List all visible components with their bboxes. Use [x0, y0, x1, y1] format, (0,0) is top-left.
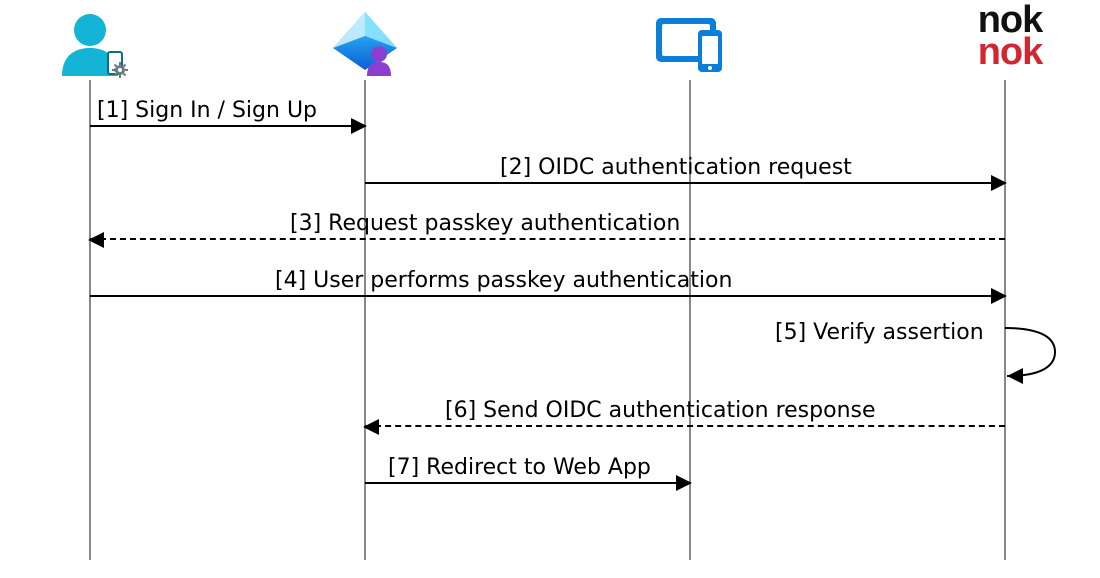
msg-4-label: [4] User performs passkey authentication [275, 268, 732, 293]
sequence-diagram: nok nok [1] Sign In / Sign Up [2] OIDC a… [0, 0, 1100, 578]
msg-7-label: [7] Redirect to Web App [388, 455, 651, 480]
msg-6-arrow [365, 425, 1005, 427]
actor-user [50, 8, 130, 78]
msg-6-label: [6] Send OIDC authentication response [445, 398, 876, 423]
lifeline-user [89, 80, 91, 560]
lifeline-b2c [364, 80, 366, 560]
msg-3-label: [3] Request passkey authentication [290, 211, 680, 236]
msg-4-arrow [90, 295, 1005, 297]
msg-1-arrow [90, 125, 365, 127]
msg-2-arrow [365, 182, 1005, 184]
actor-app-devices [650, 8, 730, 78]
msg-5-arrow [1005, 320, 1075, 388]
msg-5-label: [5] Verify assertion [775, 320, 984, 345]
actor-azure-b2c [325, 8, 405, 78]
msg-3-arrow [90, 238, 1005, 240]
msg-2-label: [2] OIDC authentication request [500, 155, 852, 180]
msg-7-arrow [365, 482, 690, 484]
actor-noknok: nok nok [960, 4, 1060, 74]
msg-1-label: [1] Sign In / Sign Up [97, 98, 317, 123]
noknok-logo: nok nok [960, 4, 1060, 69]
